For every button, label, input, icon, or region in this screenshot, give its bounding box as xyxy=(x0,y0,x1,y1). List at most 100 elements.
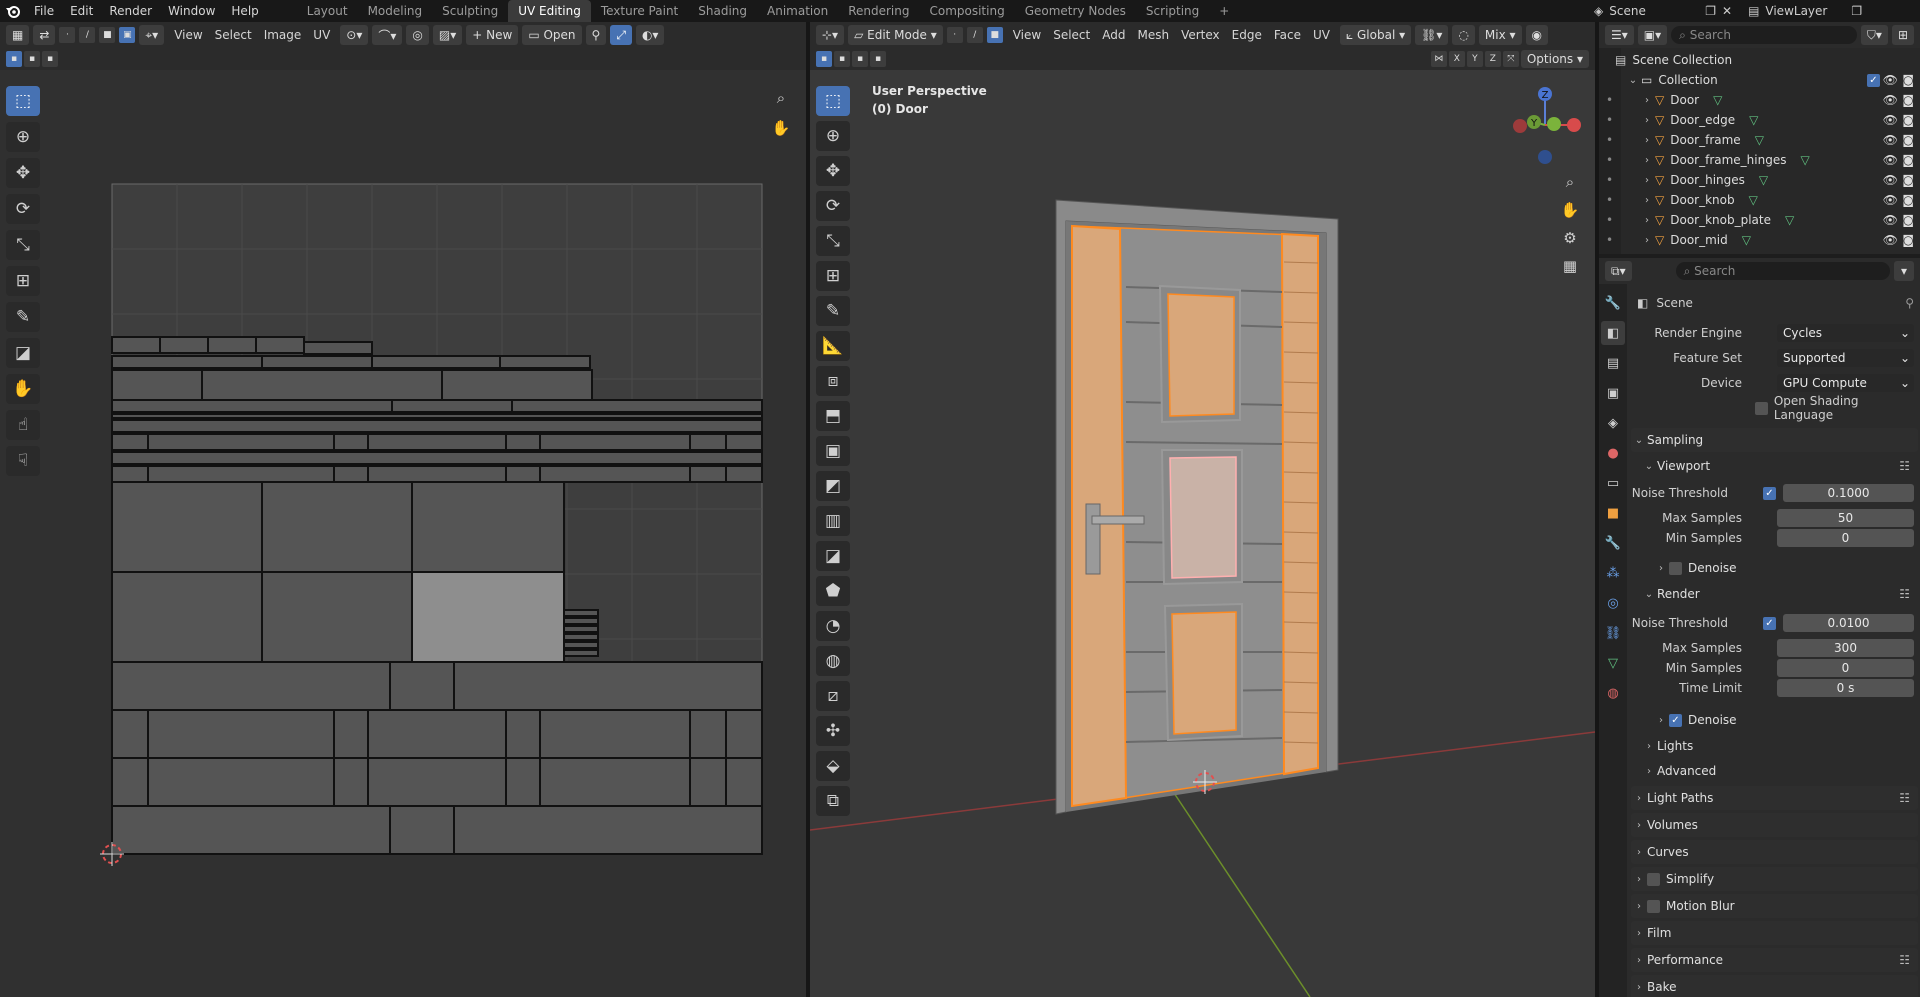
outliner-item-door-edge[interactable]: • › ▽ Door_edge ▽ 👁 ◙ xyxy=(1599,110,1920,130)
copy-scene-icon[interactable]: ❐ xyxy=(1705,4,1716,18)
menu-file[interactable]: File xyxy=(26,0,62,22)
mesh-data-icon[interactable]: ▽ xyxy=(1749,193,1758,207)
panel-simplify[interactable]: › Simplify xyxy=(1631,867,1918,891)
object-tab-icon[interactable]: ■ xyxy=(1601,501,1625,525)
visibility-eye-icon[interactable]: 👁 xyxy=(1883,213,1898,227)
device-dropdown[interactable]: GPU Compute ⌄ xyxy=(1777,374,1914,392)
properties-editor-type-icon[interactable]: ⧉▾ xyxy=(1605,261,1632,281)
collection-tab-icon[interactable]: ▭ xyxy=(1601,471,1625,495)
scene-icon[interactable]: ◈ xyxy=(1594,4,1603,18)
tab-sculpting[interactable]: Sculpting xyxy=(432,0,508,22)
collection-row[interactable]: ⌄ ▭ Collection ✓ 👁 ◙ xyxy=(1599,70,1920,90)
tab-layout[interactable]: Layout xyxy=(297,0,358,22)
tab-animation[interactable]: Animation xyxy=(757,0,838,22)
viewport-subpanel-header[interactable]: ⌄ Viewport ☷ xyxy=(1641,454,1918,478)
scene-selector[interactable]: Scene xyxy=(1609,4,1699,18)
filter-icon[interactable]: ⛉▾ xyxy=(1860,25,1888,45)
tool-tab-icon[interactable]: 🔧 xyxy=(1601,291,1625,315)
blender-logo-icon[interactable] xyxy=(0,0,26,22)
particles-tab-icon[interactable]: ⁂ xyxy=(1601,561,1625,585)
visibility-eye-icon[interactable]: 👁 xyxy=(1883,153,1898,167)
expand-chevron-icon[interactable]: › xyxy=(1639,175,1655,186)
render-camera-icon[interactable]: ◙ xyxy=(1902,233,1914,247)
r-denoise-checkbox[interactable]: ✓ xyxy=(1669,713,1682,727)
menu-render[interactable]: Render xyxy=(101,0,160,22)
menu-edit[interactable]: Edit xyxy=(62,0,101,22)
mesh-data-icon[interactable]: ▽ xyxy=(1755,133,1764,147)
view-layer-tab-icon[interactable]: ▣ xyxy=(1601,381,1625,405)
outliner-item-door-frame[interactable]: • › ▽ Door_frame ▽ 👁 ◙ xyxy=(1599,130,1920,150)
render-camera-icon[interactable]: ◙ xyxy=(1902,213,1914,227)
r-time-limit-field[interactable]: 0 s xyxy=(1777,679,1914,697)
render-camera-icon[interactable]: ◙ xyxy=(1902,73,1914,87)
panel-motion-blur[interactable]: › Motion Blur xyxy=(1631,894,1918,918)
tab-rendering[interactable]: Rendering xyxy=(838,0,919,22)
mesh-data-icon[interactable]: ▽ xyxy=(1749,113,1758,127)
visibility-eye-icon[interactable]: 👁 xyxy=(1883,173,1898,187)
outliner-item-door-frame-hinges[interactable]: • › ▽ Door_frame_hinges ▽ 👁 ◙ xyxy=(1599,150,1920,170)
panel-performance[interactable]: › Performance ☷ xyxy=(1631,948,1918,972)
modifier-tab-icon[interactable]: 🔧 xyxy=(1601,531,1625,555)
render-engine-dropdown[interactable]: Cycles ⌄ xyxy=(1777,324,1914,342)
tab-scripting[interactable]: Scripting xyxy=(1136,0,1209,22)
list-icon[interactable]: ☷ xyxy=(1899,791,1910,805)
visibility-eye-icon[interactable]: 👁 xyxy=(1883,233,1898,247)
render-camera-icon[interactable]: ◙ xyxy=(1902,153,1914,167)
props-options-icon[interactable]: ▾ xyxy=(1894,261,1914,281)
display-mode-icon[interactable]: ▣▾ xyxy=(1637,25,1668,45)
vp-noise-threshold-checkbox[interactable]: ✓ xyxy=(1763,486,1776,500)
motion-blur-checkbox[interactable] xyxy=(1647,899,1660,913)
vp-max-samples-field[interactable]: 50 xyxy=(1777,509,1914,527)
expand-chevron-icon[interactable]: › xyxy=(1639,235,1655,246)
render-tab-icon[interactable]: ◧ xyxy=(1601,321,1625,345)
r-noise-threshold-checkbox[interactable]: ✓ xyxy=(1763,616,1776,630)
sampling-panel-header[interactable]: ⌄ Sampling xyxy=(1631,428,1918,452)
remove-scene-icon[interactable]: ✕ xyxy=(1722,4,1732,18)
mesh-data-icon[interactable]: ▽ xyxy=(1800,153,1809,167)
render-camera-icon[interactable]: ◙ xyxy=(1902,93,1914,107)
tab-compositing[interactable]: Compositing xyxy=(919,0,1014,22)
mesh-data-icon[interactable]: ▽ xyxy=(1713,93,1722,107)
expand-chevron-icon[interactable]: › xyxy=(1639,95,1655,106)
outliner-item-door-knob-plate[interactable]: • › ▽ Door_knob_plate ▽ 👁 ◙ xyxy=(1599,210,1920,230)
visibility-eye-icon[interactable]: 👁 xyxy=(1883,73,1898,87)
list-icon[interactable]: ☷ xyxy=(1899,953,1910,967)
outliner-search-input[interactable]: ⌕ Search xyxy=(1671,26,1857,44)
visibility-eye-icon[interactable]: 👁 xyxy=(1883,193,1898,207)
r-max-samples-field[interactable]: 300 xyxy=(1777,639,1914,657)
outliner-editor-type-icon[interactable]: ☰▾ xyxy=(1605,25,1634,45)
panel-volumes[interactable]: › Volumes xyxy=(1631,813,1918,837)
r-denoise-subpanel[interactable]: › ✓ Denoise xyxy=(1653,708,1918,732)
panel-light-paths[interactable]: › Light Paths ☷ xyxy=(1631,786,1918,810)
panel-bake[interactable]: › Bake xyxy=(1631,975,1918,997)
render-subpanel-header[interactable]: ⌄ Render ☷ xyxy=(1641,582,1918,606)
panel-film[interactable]: › Film xyxy=(1631,921,1918,945)
material-tab-icon[interactable]: ◍ xyxy=(1601,681,1625,705)
mesh-data-icon[interactable]: ▽ xyxy=(1785,213,1794,227)
expand-chevron-icon[interactable]: › xyxy=(1639,135,1655,146)
outliner-item-door-hinges[interactable]: • › ▽ Door_hinges ▽ 👁 ◙ xyxy=(1599,170,1920,190)
mesh-data-icon[interactable]: ▽ xyxy=(1742,233,1751,247)
render-camera-icon[interactable]: ◙ xyxy=(1902,133,1914,147)
add-workspace-button[interactable]: + xyxy=(1209,0,1239,22)
tab-geometry-nodes[interactable]: Geometry Nodes xyxy=(1015,0,1136,22)
scene-collection-row[interactable]: ▤ Scene Collection xyxy=(1599,50,1920,70)
expand-chevron-icon[interactable]: › xyxy=(1639,215,1655,226)
outliner-item-door-mid[interactable]: • › ▽ Door_mid ▽ 👁 ◙ xyxy=(1599,230,1920,250)
output-tab-icon[interactable]: ▤ xyxy=(1601,351,1625,375)
uv-layout[interactable] xyxy=(0,22,806,997)
visibility-eye-icon[interactable]: 👁 xyxy=(1883,133,1898,147)
vp-min-samples-field[interactable]: 0 xyxy=(1777,529,1914,547)
visibility-eye-icon[interactable]: 👁 xyxy=(1883,113,1898,127)
tab-texture-paint[interactable]: Texture Paint xyxy=(591,0,688,22)
expand-chevron-icon[interactable]: › xyxy=(1639,155,1655,166)
viewlayer-selector[interactable]: ViewLayer xyxy=(1765,4,1845,18)
visibility-eye-icon[interactable]: 👁 xyxy=(1883,93,1898,107)
r-min-samples-field[interactable]: 0 xyxy=(1777,659,1914,677)
vp-denoise-subpanel[interactable]: › Denoise xyxy=(1653,556,1918,580)
expand-chevron-icon[interactable]: › xyxy=(1639,115,1655,126)
physics-tab-icon[interactable]: ◎ xyxy=(1601,591,1625,615)
panel-curves[interactable]: › Curves xyxy=(1631,840,1918,864)
advanced-subpanel[interactable]: › Advanced xyxy=(1641,759,1918,783)
new-collection-icon[interactable]: ⊞ xyxy=(1891,25,1914,45)
